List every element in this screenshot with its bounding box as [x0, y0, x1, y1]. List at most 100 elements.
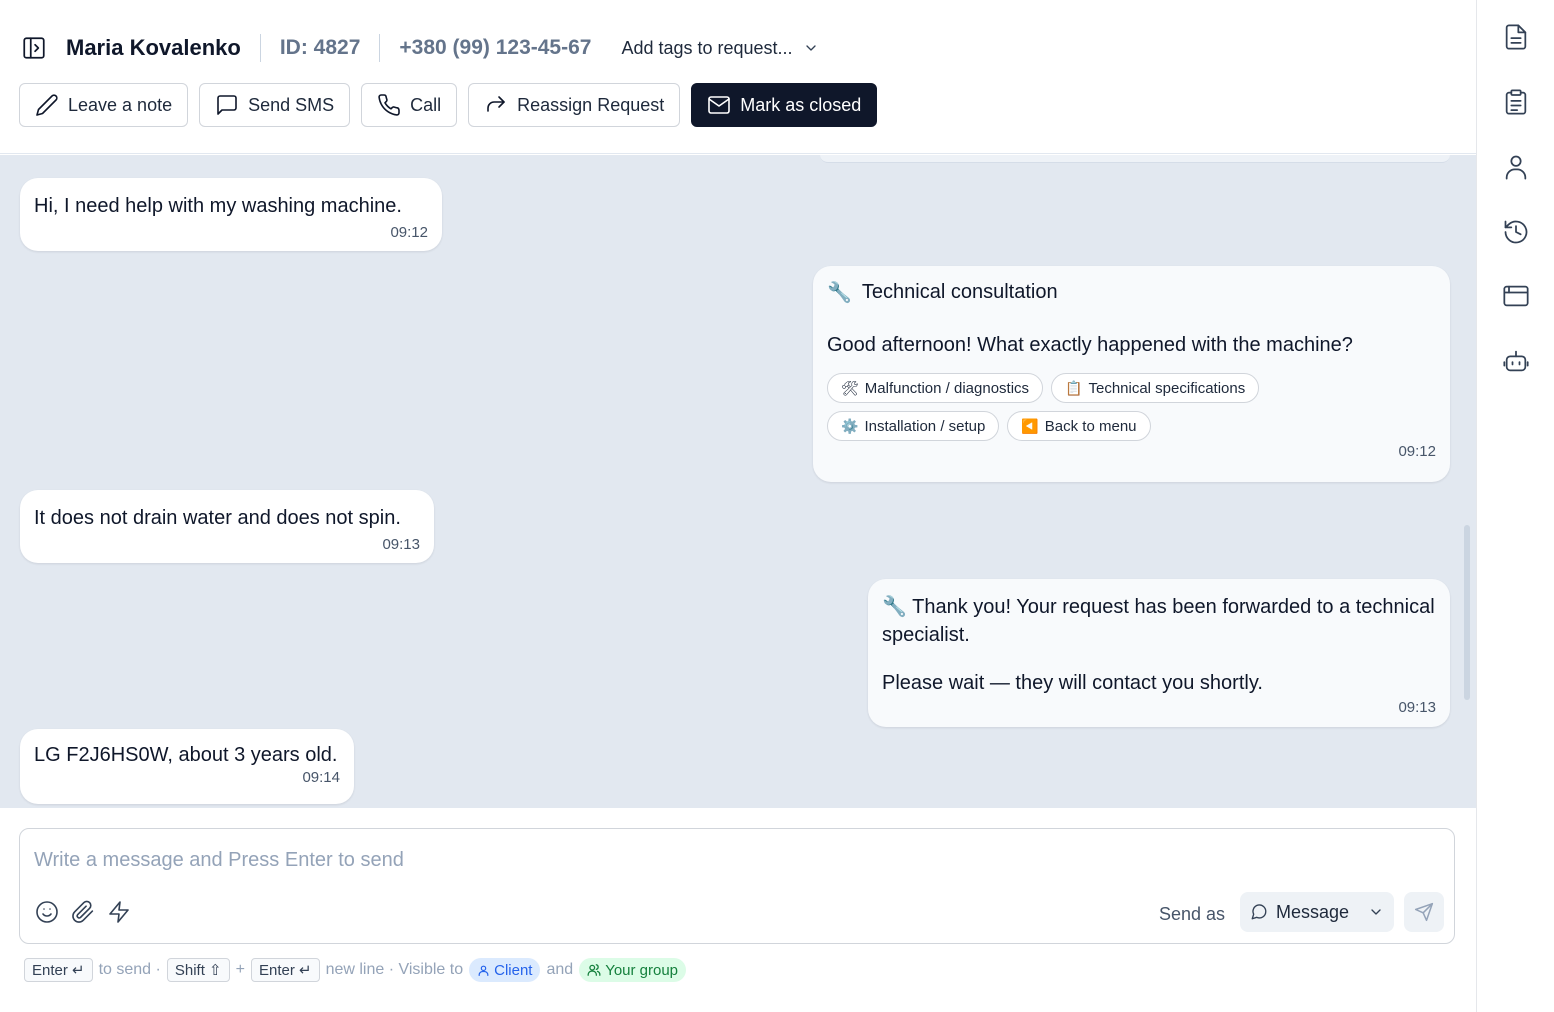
shift-key-badge: Shift ⇧	[166, 958, 230, 982]
leave-note-button[interactable]: Leave a note	[19, 83, 189, 127]
user-icon	[478, 965, 489, 976]
customer-name: Maria Kovalenko	[66, 35, 241, 60]
toggle-sidebar-icon[interactable]	[20, 34, 48, 62]
option-back-to-menu[interactable]: ◀️ Back to menu	[1007, 411, 1151, 441]
lightning-icon[interactable]	[106, 899, 132, 925]
history-icon[interactable]	[1501, 217, 1531, 247]
message-text: Good afternoon! What exactly happened wi…	[827, 334, 1353, 356]
send-as-label: Send as	[1158, 904, 1225, 924]
thread-scrollbar[interactable]	[1464, 525, 1470, 700]
pencil-icon	[36, 94, 58, 116]
call-button[interactable]: Call	[361, 83, 458, 127]
composer-area: Send as Message Enter ↵ to send · Shift …	[0, 808, 1476, 1012]
quick-reply-options: 🛠 Malfunction / diagnostics 📋 Technical …	[827, 373, 1307, 441]
send-mode-dropdown[interactable]: Message	[1240, 892, 1394, 932]
request-id: ID: 4827	[279, 36, 361, 59]
message-time: 09:13	[382, 536, 420, 553]
bot-icon[interactable]	[1501, 346, 1531, 376]
message-input[interactable]	[34, 843, 1434, 877]
incoming-message: It does not drain water and does not spi…	[20, 490, 434, 563]
message-time: 09:12	[1398, 443, 1436, 460]
mark-as-closed-label: Mark as closed	[740, 94, 862, 115]
reassign-request-label: Reassign Request	[517, 94, 665, 115]
phone-icon	[378, 94, 400, 116]
call-label: Call	[410, 94, 442, 115]
clipboard-icon[interactable]	[1501, 87, 1531, 117]
message-line: Thank you! Your request has been forward…	[882, 596, 1435, 646]
bot-menu-title: 🔧 Technical consultation	[827, 280, 1436, 305]
back-arrow-icon: ◀️	[1021, 417, 1039, 434]
hint-text: to send ·	[98, 961, 161, 978]
reassign-request-button[interactable]: Reassign Request	[468, 83, 681, 127]
message-text: 🔧 Thank you! Your request has been forwa…	[882, 593, 1436, 649]
add-tags-dropdown[interactable]: Add tags to request...	[621, 38, 818, 59]
bot-menu-title-text: Technical consultation	[861, 281, 1058, 303]
incoming-message: Hi, I need help with my washing machine.…	[20, 178, 442, 251]
action-toolbar: Leave a note Send SMS Call Reassign Requ…	[19, 83, 878, 127]
redo-arrow-icon	[487, 96, 505, 112]
hint-text: new line · Visible to	[325, 961, 464, 978]
send-button[interactable]	[1404, 892, 1444, 932]
group-label: Your group	[605, 961, 679, 979]
divider	[379, 34, 381, 62]
chevron-down-icon	[1371, 909, 1381, 915]
bot-menu-message: 🔧 Technical consultation Good afternoon!…	[813, 266, 1450, 482]
conversation-panel: Maria Kovalenko ID: 4827 +380 (99) 123-4…	[0, 0, 1476, 1012]
gear-icon: ⚙️	[841, 417, 859, 434]
users-icon	[587, 964, 601, 976]
send-sms-label: Send SMS	[248, 94, 335, 115]
message-time: 09:13	[1398, 699, 1436, 716]
tools-icon: 🛠	[841, 379, 859, 396]
send-mode-label: Message	[1276, 901, 1350, 922]
option-malfunction-diagnostics[interactable]: 🛠 Malfunction / diagnostics	[827, 373, 1044, 403]
document-icon[interactable]	[1501, 22, 1531, 52]
outgoing-message: 🔧 Thank you! Your request has been forwa…	[868, 579, 1450, 727]
visibility-group-badge: Your group	[579, 958, 687, 982]
clipboard-emoji-icon: 📋	[1065, 379, 1083, 396]
user-icon[interactable]	[1501, 152, 1531, 182]
wrench-icon: 🔧	[827, 282, 852, 304]
chevron-down-icon	[805, 45, 816, 51]
envelope-icon	[708, 96, 731, 114]
browser-window-icon[interactable]	[1501, 281, 1531, 311]
leave-note-label: Leave a note	[68, 94, 173, 115]
enter-key-badge: Enter ↵	[24, 958, 93, 982]
wrench-icon: 🔧	[882, 596, 907, 618]
message-text: It does not drain water and does not spi…	[34, 507, 401, 529]
visibility-client-badge: Client	[469, 958, 541, 982]
previous-message-edge	[820, 155, 1450, 163]
message-time: 09:12	[390, 224, 428, 241]
title-row: Maria Kovalenko ID: 4827 +380 (99) 123-4…	[20, 28, 819, 68]
client-label: Client	[494, 961, 533, 979]
incoming-message: LG F2J6HS0W, about 3 years old. 09:14	[20, 729, 354, 804]
keyboard-hint: Enter ↵ to send · Shift ⇧ + Enter ↵ new …	[24, 957, 687, 983]
send-sms-button[interactable]: Send SMS	[199, 83, 351, 127]
mark-as-closed-button[interactable]: Mark as closed	[691, 83, 878, 127]
hint-plus: +	[235, 961, 245, 978]
customer-phone: +380 (99) 123-45-67	[399, 36, 592, 59]
option-installation-setup[interactable]: ⚙️ Installation / setup	[827, 411, 1000, 441]
option-label: Back to menu	[1044, 417, 1137, 435]
composer-tools	[34, 899, 132, 925]
add-tags-label: Add tags to request...	[621, 37, 793, 58]
hint-and: and	[546, 961, 574, 978]
enter-key-badge: Enter ↵	[250, 958, 320, 982]
right-tool-rail	[1476, 0, 1554, 1012]
option-label: Malfunction / diagnostics	[864, 379, 1030, 397]
message-text-2: Please wait — they will contact you shor…	[882, 672, 1263, 694]
emoji-icon[interactable]	[34, 899, 60, 925]
chat-bubble-icon	[1251, 904, 1267, 920]
option-label: Installation / setup	[864, 417, 986, 435]
message-text: Hi, I need help with my washing machine.	[34, 195, 402, 217]
paperclip-icon[interactable]	[70, 899, 96, 925]
option-label: Technical specifications	[1088, 379, 1246, 397]
message-composer: Send as Message	[19, 828, 1455, 944]
message-time: 09:14	[302, 769, 340, 786]
option-technical-specifications[interactable]: 📋 Technical specifications	[1051, 373, 1260, 403]
divider	[259, 34, 261, 62]
chat-square-icon	[217, 95, 237, 115]
conversation-header: Maria Kovalenko ID: 4827 +380 (99) 123-4…	[0, 0, 1476, 154]
send-paper-plane-icon	[1414, 902, 1434, 922]
message-thread[interactable]: Hi, I need help with my washing machine.…	[0, 155, 1476, 808]
message-text: LG F2J6HS0W, about 3 years old.	[34, 744, 338, 766]
